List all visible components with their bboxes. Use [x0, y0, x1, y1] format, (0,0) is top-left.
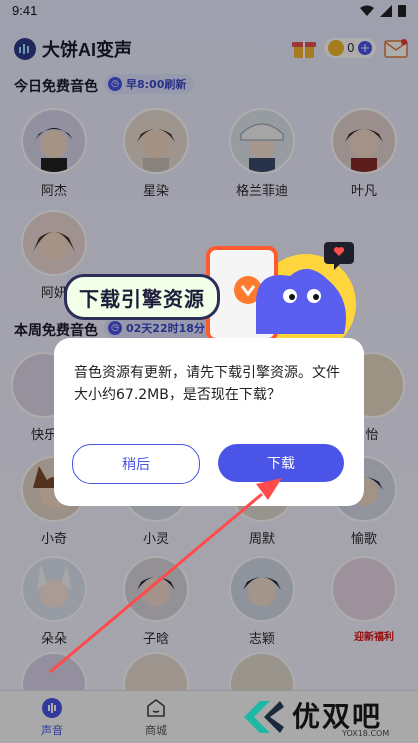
watermark-logo-icon [244, 701, 284, 733]
watermark: 优双吧 YOX18.COM [238, 693, 416, 741]
annotation-arrow [49, 478, 282, 674]
watermark-url: YOX18.COM [342, 729, 390, 738]
app-screen: 9:41 大饼AI变声 0 + 今日免费音色 ◷ 早8:00刷新 阿杰 星染 格… [0, 0, 418, 743]
